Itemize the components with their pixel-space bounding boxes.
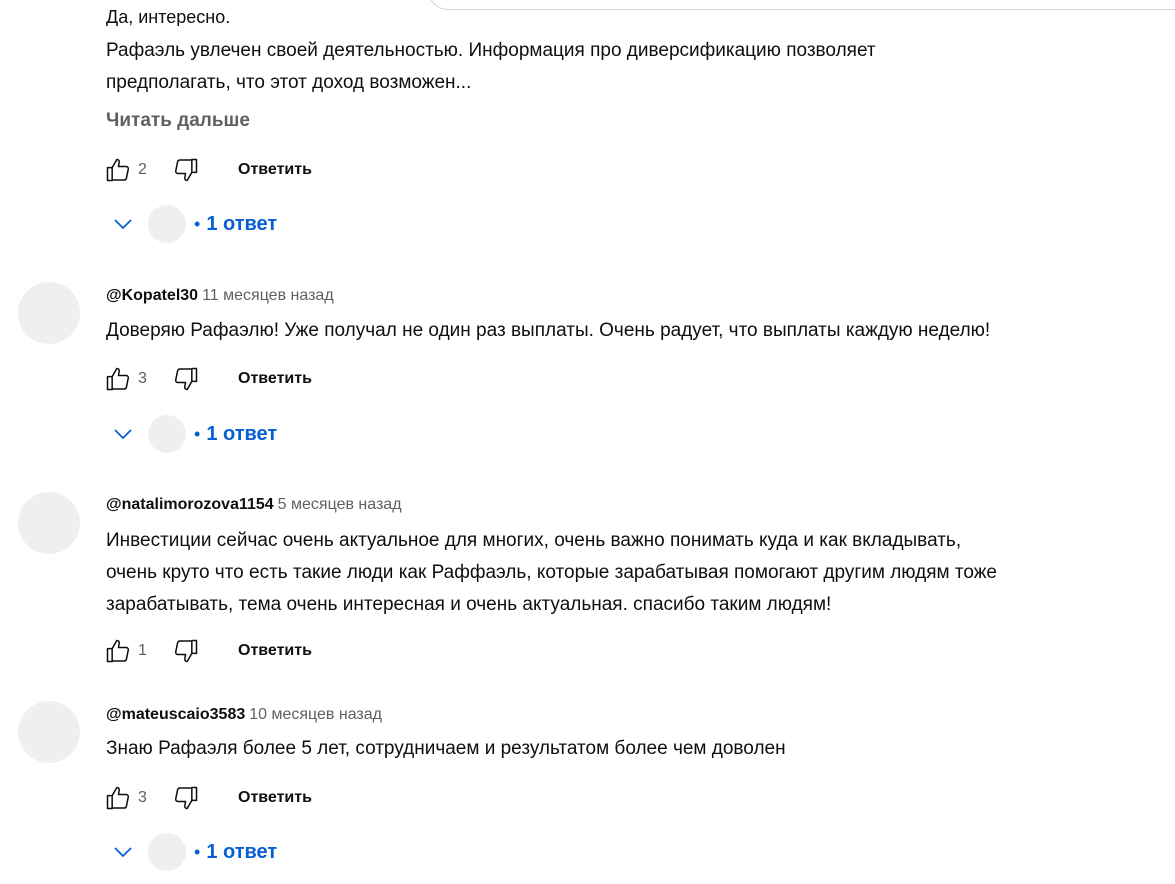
comment-text: Знаю Рафаэля более 5 лет, сотрудничаем и… (106, 733, 786, 765)
thumb-up-icon[interactable] (100, 780, 136, 816)
reply-count: 1 ответ (206, 840, 278, 863)
search-box-outline (428, 0, 1175, 10)
thumb-down-icon[interactable] (168, 361, 204, 397)
comment-text-line: Инвестиции сейчас очень актуальное для м… (106, 530, 962, 551)
comment-actions: 3 Ответить (100, 780, 312, 816)
comment-text-line: зарабатывать, тема очень интересная и оч… (106, 594, 832, 615)
thumb-down-icon[interactable] (168, 780, 204, 816)
comment-text: Инвестиции сейчас очень актуальное для м… (106, 525, 997, 621)
comment-text: Рафаэль увлечен своей деятельностью. Инф… (106, 35, 876, 99)
comment-author[interactable]: @mateuscaio3583 (106, 706, 245, 723)
reply-count: 1 ответ (206, 422, 278, 445)
like-count: 2 (138, 161, 147, 178)
comment-text-partial: Да, интересно. (106, 7, 231, 26)
comment-text-line: очень круто что есть такие люди как Рафф… (106, 562, 997, 583)
replies-toggle[interactable]: • 1 ответ (108, 414, 277, 454)
avatar[interactable] (18, 282, 80, 344)
comment-actions: 3 Ответить (100, 361, 312, 397)
separator-dot: • (194, 213, 201, 234)
comment-time[interactable]: 11 месяцев назад (202, 287, 334, 304)
replies-toggle[interactable]: • 1 ответ (108, 204, 277, 244)
separator-dot: • (194, 423, 201, 444)
comment-time[interactable]: 5 месяцев назад (278, 496, 402, 513)
comment-author[interactable]: @Kopatel30 (106, 287, 198, 304)
like-count: 3 (138, 370, 147, 387)
thumb-up-icon[interactable] (100, 152, 136, 188)
comments-section: Да, интересно. Рафаэль увлечен своей дея… (0, 0, 1175, 884)
thumb-down-icon[interactable] (168, 152, 204, 188)
comment-text-line: Знаю Рафаэля более 5 лет, сотрудничаем и… (106, 738, 786, 759)
reply-button[interactable]: Ответить (238, 789, 312, 807)
reply-avatar (148, 833, 186, 871)
comment-author[interactable]: @natalimorozova1154 (106, 496, 274, 513)
avatar[interactable] (18, 492, 80, 554)
thumb-up-icon[interactable] (100, 361, 136, 397)
reply-button[interactable]: Ответить (238, 642, 312, 660)
comment-text: Доверяю Рафаэлю! Уже получал не один раз… (106, 315, 990, 347)
comment-actions: 1 Ответить (100, 633, 312, 669)
separator-dot: • (194, 841, 201, 862)
comment-header: @natalimorozova1154 5 месяцев назад (106, 494, 402, 516)
like-count: 1 (138, 642, 147, 659)
reply-count: 1 ответ (206, 212, 278, 235)
reply-avatar (148, 205, 186, 243)
read-more-button[interactable]: Читать дальше (106, 109, 250, 133)
thumb-up-icon[interactable] (100, 633, 136, 669)
chevron-down-icon (108, 419, 138, 449)
comment-text-line: Доверяю Рафаэлю! Уже получал не один раз… (106, 320, 991, 341)
chevron-down-icon (108, 209, 138, 239)
comment-header: @mateuscaio3583 10 месяцев назад (106, 704, 382, 726)
comment-actions: 2 Ответить (100, 152, 312, 188)
reply-button[interactable]: Ответить (238, 161, 312, 179)
comment-time[interactable]: 10 месяцев назад (249, 706, 382, 723)
like-count: 3 (138, 789, 147, 806)
chevron-down-icon (108, 837, 138, 867)
thumb-down-icon[interactable] (168, 633, 204, 669)
reply-button[interactable]: Ответить (238, 370, 312, 388)
reply-avatar (148, 415, 186, 453)
comment-header: @Kopatel30 11 месяцев назад (106, 285, 334, 307)
avatar[interactable] (18, 701, 80, 763)
replies-toggle[interactable]: • 1 ответ (108, 832, 277, 872)
comment-text-line: предполагать, что этот доход возможен... (106, 72, 472, 93)
comment-text-line: Рафаэль увлечен своей деятельностью. Инф… (106, 40, 876, 61)
